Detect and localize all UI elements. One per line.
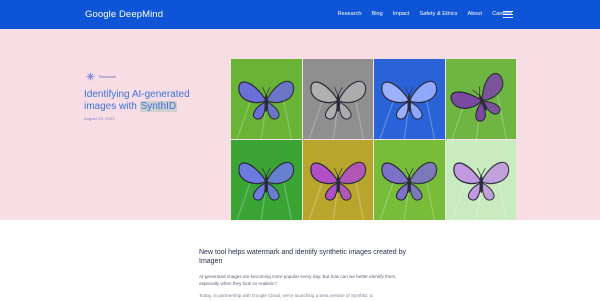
butterfly-icon	[307, 161, 366, 220]
butterfly-icon	[307, 80, 366, 139]
deepmind-logo[interactable]: Google DeepMind	[85, 9, 163, 20]
nav-item-blog[interactable]: Blog	[372, 11, 383, 17]
butterfly-icon	[450, 161, 509, 220]
butterfly-image	[445, 59, 516, 139]
article-heading: New tool helps watermark and identify sy…	[199, 249, 406, 265]
butterfly-icon	[450, 72, 507, 139]
nav-item-about[interactable]: About	[467, 11, 482, 17]
hamburger-menu-icon[interactable]	[503, 11, 513, 18]
nav-item-impact[interactable]: Impact	[393, 11, 410, 17]
page-title-highlight: SynthID	[139, 100, 178, 112]
nav-item-research[interactable]: Research	[338, 11, 362, 17]
butterfly-image-grid	[231, 59, 516, 220]
butterfly-icon	[236, 80, 295, 139]
category-badge[interactable]: Research	[86, 72, 116, 81]
butterfly-image	[374, 140, 445, 220]
sparkle-icon	[86, 72, 95, 81]
butterfly-image	[445, 140, 516, 220]
butterfly-image	[374, 59, 445, 139]
publish-date: August 29, 2023	[84, 117, 115, 121]
nav-item-safety-ethics[interactable]: Safety & Ethics	[420, 11, 458, 17]
article-paragraph: AI-generated images are becoming more po…	[199, 274, 397, 286]
category-label: Research	[99, 74, 117, 79]
butterfly-image	[302, 59, 373, 139]
butterfly-icon	[379, 161, 438, 220]
article-paragraph: Today, in partnership with Google Cloud,…	[199, 293, 373, 299]
nav-menu: Research Blog Impact Safety & Ethics Abo…	[338, 11, 512, 17]
top-navigation: Google DeepMind Research Blog Impact Saf…	[0, 0, 600, 29]
butterfly-icon	[379, 80, 438, 139]
butterfly-image	[231, 140, 302, 220]
butterfly-image	[302, 140, 373, 220]
page-title: Identifying AI-generated images with Syn…	[84, 89, 224, 112]
butterfly-icon	[236, 161, 295, 220]
butterfly-image	[231, 59, 302, 139]
article-body: New tool helps watermark and identify sy…	[199, 248, 409, 300]
